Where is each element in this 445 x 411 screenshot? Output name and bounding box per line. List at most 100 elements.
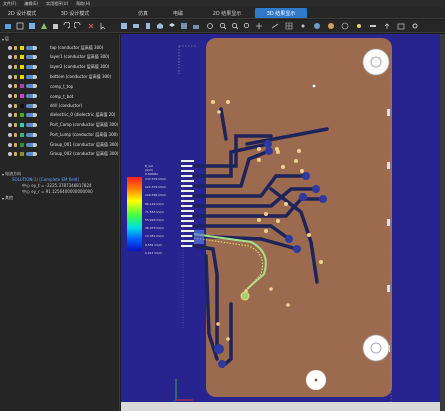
tab-2d-design[interactable]: 2D 设计模式 — [2, 8, 42, 18]
view-iso-icon[interactable] — [156, 22, 164, 30]
undo-icon[interactable] — [62, 22, 70, 30]
layer-color-swatch[interactable] — [20, 123, 24, 128]
visibility-eye-icon[interactable] — [8, 64, 12, 69]
open-icon[interactable] — [4, 22, 12, 30]
copy-icon[interactable] — [52, 22, 60, 30]
render-icon[interactable] — [313, 22, 321, 30]
view-bottom-icon[interactable] — [192, 22, 200, 30]
redo-icon[interactable] — [74, 22, 82, 30]
visibility-eye-icon[interactable] — [8, 94, 12, 98]
view-back-icon[interactable] — [180, 22, 188, 30]
select-icon[interactable] — [99, 22, 107, 30]
lock-icon[interactable] — [14, 142, 17, 147]
opacity-slider[interactable] — [26, 142, 37, 147]
lock-icon[interactable] — [14, 132, 17, 137]
layers-section-header[interactable]: ▾ 层 — [2, 36, 9, 42]
layer-row[interactable]: comp_t_bot — [0, 92, 120, 101]
opacity-slider[interactable] — [26, 132, 37, 137]
lock-icon[interactable] — [14, 74, 17, 79]
layer-row[interactable]: Port_Comp (conductor 层高值 300) — [0, 121, 120, 130]
layer-row[interactable]: comp_t_top — [0, 82, 120, 91]
opacity-slider[interactable] — [26, 152, 37, 157]
layer-color-swatch[interactable] — [20, 113, 24, 118]
layer-row[interactable]: dielectric_0 (dielectric 层高值 20) — [0, 111, 120, 120]
collapse-arrow-icon[interactable]: ▾ — [2, 196, 4, 201]
visibility-eye-icon[interactable] — [8, 74, 12, 79]
cut-plane-icon[interactable] — [369, 22, 377, 30]
collapse-arrow-icon[interactable]: ▾ — [2, 172, 4, 177]
layer-row[interactable]: layer1 (conductor 层高值 300) — [0, 53, 120, 62]
layer-view-icon[interactable] — [16, 22, 24, 30]
settings-icon[interactable] — [411, 22, 419, 30]
layer-color-swatch[interactable] — [20, 94, 24, 98]
lock-icon[interactable] — [14, 123, 17, 128]
layer-row[interactable]: bottom (conductor 层高值 300) — [0, 72, 120, 81]
pan-icon[interactable] — [255, 22, 263, 30]
vertical-scrollbar[interactable] — [440, 34, 445, 411]
opacity-slider[interactable] — [26, 55, 37, 60]
menu-file[interactable]: 文件(F) — [3, 1, 16, 7]
zoom-in-icon[interactable] — [219, 22, 227, 30]
opacity-slider[interactable] — [26, 123, 37, 128]
tab-3d-design[interactable]: 3D 设计模式 — [52, 8, 98, 18]
horizontal-scrollbar[interactable] — [121, 402, 440, 411]
layer-row[interactable]: layer2 (conductor 层高值 300) — [0, 62, 120, 71]
tab-2d-results[interactable]: 2D 结果显示 — [204, 8, 250, 18]
measure-icon[interactable] — [271, 22, 279, 30]
visibility-eye-icon[interactable] — [8, 132, 12, 137]
layer-color-swatch[interactable] — [20, 84, 24, 89]
lock-icon[interactable] — [14, 94, 17, 98]
snap-icon[interactable] — [299, 22, 307, 30]
layer-color-swatch[interactable] — [20, 103, 24, 108]
visibility-eye-icon[interactable] — [8, 123, 12, 128]
shade-icon[interactable] — [327, 22, 335, 30]
light-icon[interactable] — [355, 22, 363, 30]
layer-color-swatch[interactable] — [20, 45, 24, 50]
layer-row[interactable]: Group_001 (conductor 层高值 300) — [0, 140, 120, 149]
visibility-eye-icon[interactable] — [8, 113, 12, 118]
collapse-arrow-icon[interactable]: ▾ — [2, 37, 4, 42]
visibility-eye-icon[interactable] — [8, 152, 12, 157]
3d-viewport[interactable]: E_vol (V/m) 0.50GHz 137.379 kV/m 121.379 … — [121, 34, 445, 411]
tab-simulation[interactable]: 仿真 — [128, 8, 158, 18]
view-top-icon[interactable] — [132, 22, 140, 30]
export-icon[interactable] — [383, 22, 391, 30]
view-front-icon[interactable] — [120, 22, 128, 30]
visibility-eye-icon[interactable] — [8, 142, 12, 147]
tab-3d-results[interactable]: 3D 结果显示 — [255, 8, 307, 18]
lock-icon[interactable] — [14, 64, 17, 69]
tab-em[interactable]: 电磁 — [161, 8, 195, 18]
opacity-slider[interactable] — [26, 64, 37, 69]
lock-icon[interactable] — [14, 103, 17, 108]
menu-help[interactable]: 帮助(H) — [76, 1, 90, 7]
layer-color-swatch[interactable] — [20, 132, 24, 137]
layer-color-swatch[interactable] — [20, 74, 24, 79]
layer-row[interactable]: top (conductor 层高值 300) — [0, 43, 120, 52]
visibility-eye-icon[interactable] — [8, 45, 12, 50]
menu-edit[interactable]: 编辑(E) — [24, 1, 38, 7]
visibility-eye-icon[interactable] — [8, 103, 12, 108]
opacity-slider[interactable] — [26, 113, 37, 118]
solution-item[interactable]: SOLUTION(1) [Complete EM field] — [12, 177, 79, 182]
zoom-out-icon[interactable] — [231, 22, 239, 30]
opacity-slider[interactable] — [26, 103, 37, 108]
opacity-slider[interactable] — [26, 45, 37, 50]
zoom-fit-icon[interactable] — [243, 22, 251, 30]
layer-row[interactable]: drill (conductor) — [0, 101, 120, 110]
wireframe-icon[interactable] — [341, 22, 349, 30]
mesh-icon[interactable] — [40, 22, 48, 30]
lock-icon[interactable] — [14, 55, 17, 60]
layer-row[interactable]: Port_Lump (conductor 层高值 300) — [0, 130, 120, 139]
layer-row[interactable]: Group_002 (conductor 层高值 300) — [0, 150, 120, 159]
opacity-slider[interactable] — [26, 94, 37, 98]
lock-icon[interactable] — [14, 152, 17, 157]
box-icon[interactable] — [28, 22, 36, 30]
view-side-icon[interactable] — [144, 22, 152, 30]
opacity-slider[interactable] — [26, 74, 37, 79]
lock-icon[interactable] — [14, 113, 17, 118]
lock-icon[interactable] — [14, 45, 17, 50]
layer-color-swatch[interactable] — [20, 142, 24, 147]
lock-icon[interactable] — [14, 84, 17, 89]
delete-icon[interactable] — [87, 22, 95, 30]
view-3d-icon[interactable] — [168, 22, 176, 30]
